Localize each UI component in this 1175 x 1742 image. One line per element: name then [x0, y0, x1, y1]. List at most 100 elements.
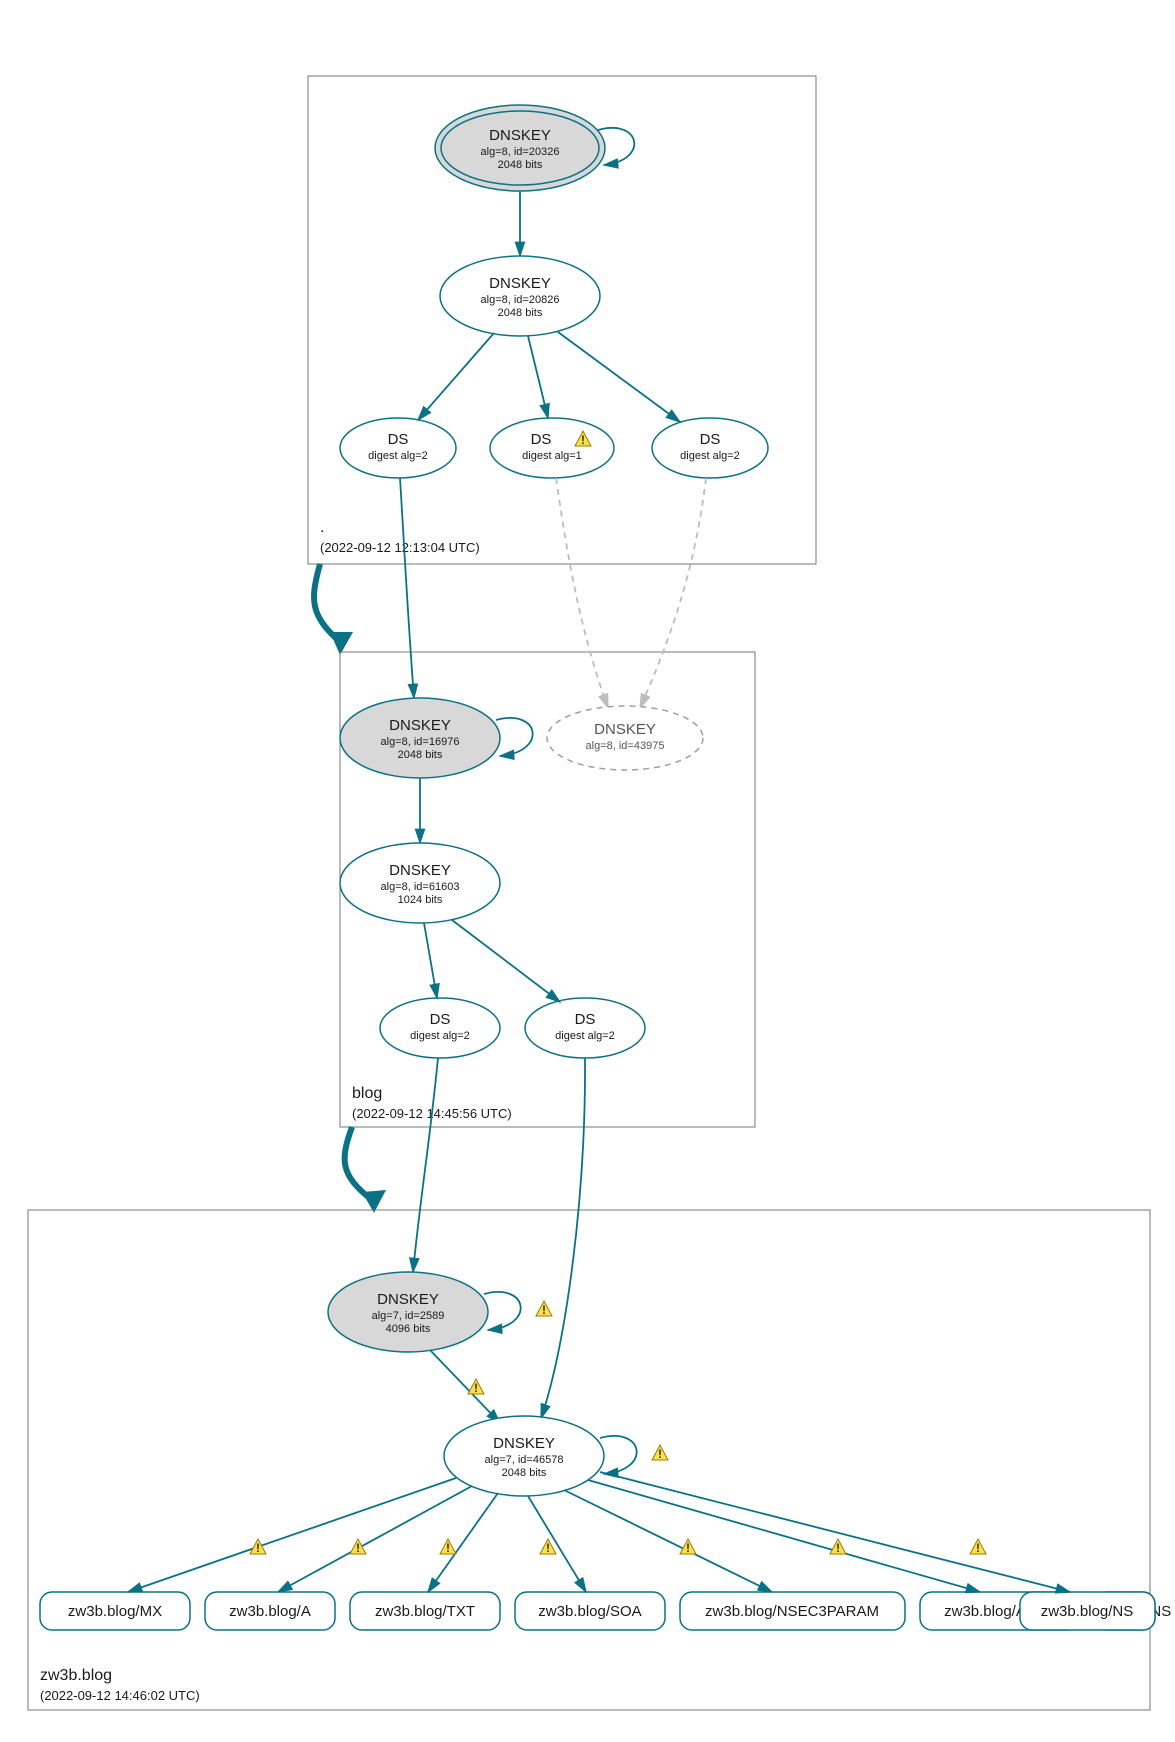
- edge-zsk-soa: [528, 1496, 586, 1592]
- edge-blog-zsk-ds2: [452, 920, 560, 1002]
- svg-text:!: !: [658, 1447, 662, 1461]
- svg-text:digest alg=2: digest alg=2: [368, 450, 428, 462]
- svg-text:zw3b.blog/SOA: zw3b.blog/SOA: [538, 1603, 641, 1620]
- svg-text:2048 bits: 2048 bits: [398, 749, 443, 761]
- record-a: zw3b.blog/A: [205, 1592, 335, 1630]
- svg-text:DNSKEY: DNSKEY: [389, 862, 451, 879]
- edge-root-zsk-ds2: [528, 336, 548, 418]
- node-root-ds2: DS digest alg=1: [490, 418, 614, 478]
- svg-text:alg=7, id=2589: alg=7, id=2589: [372, 1310, 445, 1322]
- svg-text:!: !: [581, 433, 585, 447]
- svg-text:!: !: [686, 1541, 690, 1555]
- svg-text:!: !: [976, 1541, 980, 1555]
- svg-text:DNSKEY: DNSKEY: [377, 1291, 439, 1308]
- svg-text:!: !: [542, 1303, 546, 1317]
- svg-text:digest alg=2: digest alg=2: [680, 450, 740, 462]
- edge-zsk-nsec3: [564, 1490, 772, 1592]
- node-blog-zsk: DNSKEY alg=8, id=61603 1024 bits: [340, 843, 500, 923]
- svg-text:DS: DS: [700, 431, 721, 448]
- edge-root-zsk-ds1: [418, 333, 494, 420]
- root-zone-label: .: [320, 519, 324, 536]
- edge-zsk-ns: [600, 1472, 1070, 1592]
- svg-text:DNSKEY: DNSKEY: [489, 275, 551, 292]
- zw3b-zone-timestamp: (2022-09-12 14:46:02 UTC): [40, 1688, 200, 1703]
- svg-text:DNSKEY: DNSKEY: [389, 717, 451, 734]
- edge-zw3b-ksk-self: [484, 1292, 521, 1330]
- record-ns-label: zw3b.blog/NS: [1041, 1603, 1134, 1620]
- edge-zw3b-ksk-zsk: [430, 1350, 500, 1423]
- edge-zsk-aaaa: [588, 1480, 980, 1592]
- svg-text:DS: DS: [388, 431, 409, 448]
- warning-icon: !: [468, 1379, 484, 1395]
- svg-text:alg=8, id=20326: alg=8, id=20326: [481, 146, 560, 158]
- svg-text:zw3b.blog/MX: zw3b.blog/MX: [68, 1603, 162, 1620]
- edge-zsk-txt: [428, 1493, 498, 1592]
- svg-text:alg=8, id=61603: alg=8, id=61603: [381, 881, 460, 893]
- node-blog-ds2: DS digest alg=2: [525, 998, 645, 1058]
- edge-blog-ksk-self: [496, 718, 533, 756]
- svg-text:1024 bits: 1024 bits: [398, 894, 443, 906]
- svg-text:!: !: [836, 1541, 840, 1555]
- root-zone-timestamp: (2022-09-12 12:13:04 UTC): [320, 540, 480, 555]
- record-nsec3: zw3b.blog/NSEC3PARAM: [680, 1592, 905, 1630]
- dnssec-diagram: . (2022-09-12 12:13:04 UTC) DNSKEY alg=8…: [0, 0, 1175, 1742]
- edge-blog-zsk-ds1: [424, 923, 437, 998]
- node-zw3b-zsk: DNSKEY alg=7, id=46578 2048 bits: [444, 1416, 604, 1496]
- warning-icon: !: [350, 1539, 366, 1555]
- blog-zone-label: blog: [352, 1085, 382, 1102]
- node-root-zsk: DNSKEY alg=8, id=20826 2048 bits: [440, 256, 600, 336]
- svg-text:DNSKEY: DNSKEY: [493, 1435, 555, 1452]
- edge-zsk-mx: [128, 1478, 456, 1592]
- svg-text:zw3b.blog/A: zw3b.blog/A: [229, 1603, 311, 1620]
- warning-icon: !: [680, 1539, 696, 1555]
- svg-text:DNSKEY: DNSKEY: [594, 721, 656, 738]
- node-root-ksk: DNSKEY alg=8, id=20326 2048 bits: [435, 105, 605, 191]
- svg-text:4096 bits: 4096 bits: [386, 1323, 431, 1335]
- svg-text:DS: DS: [430, 1011, 451, 1028]
- svg-text:!: !: [356, 1541, 360, 1555]
- svg-text:2048 bits: 2048 bits: [498, 307, 543, 319]
- svg-text:!: !: [474, 1381, 478, 1395]
- node-blog-ghost: DNSKEY alg=8, id=43975: [547, 706, 703, 770]
- edge-root-ds2-ghost: [556, 478, 608, 708]
- record-txt: zw3b.blog/TXT: [350, 1592, 500, 1630]
- svg-text:digest alg=1: digest alg=1: [522, 450, 582, 462]
- edge-blog-ds2-zw3b-zsk: [541, 1058, 585, 1418]
- svg-text:alg=7, id=46578: alg=7, id=46578: [485, 1454, 564, 1466]
- svg-text:DS: DS: [575, 1011, 596, 1028]
- node-zw3b-ksk: DNSKEY alg=7, id=2589 4096 bits: [328, 1272, 488, 1352]
- svg-text:DS: DS: [531, 431, 552, 448]
- svg-text:alg=8, id=16976: alg=8, id=16976: [381, 736, 460, 748]
- node-blog-ksk: DNSKEY alg=8, id=16976 2048 bits: [340, 698, 500, 778]
- edge-delegation-blog-zw3b: [345, 1127, 372, 1200]
- record-soa: zw3b.blog/SOA: [515, 1592, 665, 1630]
- warning-icon: !: [970, 1539, 986, 1555]
- warning-icon: !: [652, 1445, 668, 1461]
- svg-text:2048 bits: 2048 bits: [502, 1467, 547, 1479]
- zw3b-zone-label: zw3b.blog: [40, 1667, 112, 1684]
- svg-text:alg=8, id=20826: alg=8, id=20826: [481, 294, 560, 306]
- edge-root-ds1-blog-ksk: [400, 478, 414, 698]
- warning-icon: !: [536, 1301, 552, 1317]
- svg-text:alg=8, id=43975: alg=8, id=43975: [586, 740, 665, 752]
- svg-text:digest alg=2: digest alg=2: [410, 1030, 470, 1042]
- warning-icon: !: [540, 1539, 556, 1555]
- warning-icon: !: [250, 1539, 266, 1555]
- record-mx: zw3b.blog/MX: [40, 1592, 190, 1630]
- warning-icon: !: [830, 1539, 846, 1555]
- edge-delegation-root-blog: [314, 564, 340, 642]
- node-root-ds1: DS digest alg=2: [340, 418, 456, 478]
- svg-text:DNSKEY: DNSKEY: [489, 127, 551, 144]
- edge-zsk-a: [278, 1486, 472, 1592]
- edge-root-ds3-ghost: [640, 478, 706, 708]
- svg-text:!: !: [546, 1541, 550, 1555]
- warning-icon: !: [440, 1539, 456, 1555]
- svg-text:!: !: [446, 1541, 450, 1555]
- edge-blog-ds1-zw3b-ksk: [413, 1058, 438, 1272]
- svg-text:digest alg=2: digest alg=2: [555, 1030, 615, 1042]
- svg-text:zw3b.blog/NSEC3PARAM: zw3b.blog/NSEC3PARAM: [705, 1603, 879, 1620]
- edge-zw3b-zsk-self: [600, 1436, 637, 1474]
- node-root-ds3: DS digest alg=2: [652, 418, 768, 478]
- svg-text:2048 bits: 2048 bits: [498, 159, 543, 171]
- svg-text:!: !: [256, 1541, 260, 1555]
